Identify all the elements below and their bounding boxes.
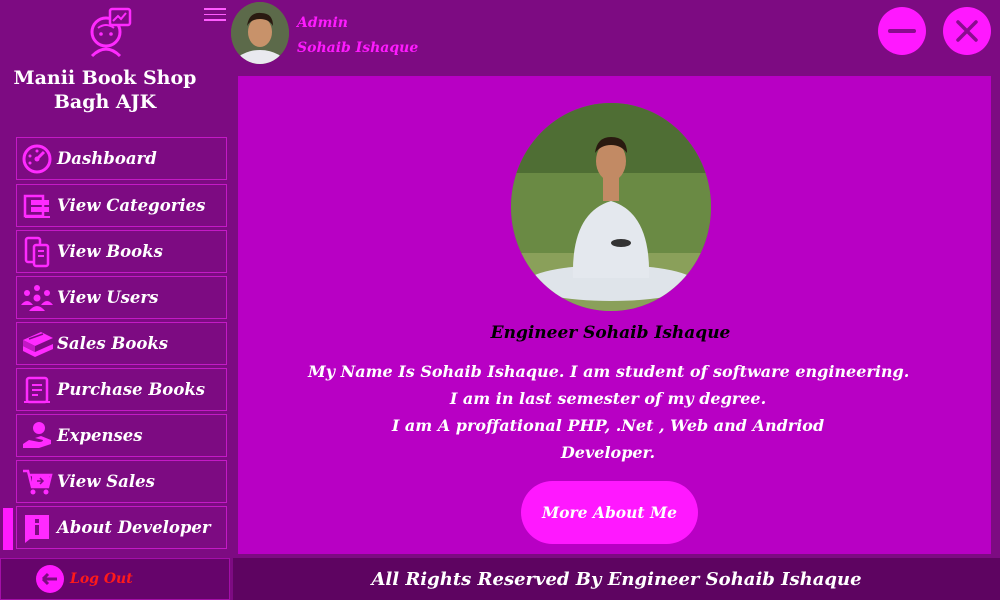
book-stack-icon [17, 324, 57, 364]
categories-icon [17, 186, 57, 226]
sidebar-item-purchase-books[interactable]: Purchase Books [16, 368, 227, 411]
bio-line: I am A proffational PHP, .Net , Web and … [391, 416, 825, 435]
logout-button[interactable]: Log Out [36, 565, 133, 593]
logout-label: Log Out [70, 571, 133, 587]
info-icon [17, 508, 57, 548]
sidebar-item-label: View Users [57, 288, 159, 307]
sidebar-item-label: Expenses [57, 426, 143, 445]
close-button[interactable] [943, 7, 991, 55]
sidebar-item-label: View Sales [57, 472, 155, 491]
user-name: Sohaib Ishaque [297, 40, 419, 56]
sidebar-item-view-users[interactable]: View Users [16, 276, 227, 319]
users-icon [17, 278, 57, 318]
sidebar-item-view-sales[interactable]: View Sales [16, 460, 227, 503]
cart-icon [17, 462, 57, 502]
avatar [231, 2, 289, 64]
sidebar-item-label: View Categories [57, 196, 206, 215]
sidebar-item-dashboard[interactable]: Dashboard [16, 137, 227, 180]
sidebar-item-label: Dashboard [57, 149, 157, 168]
books-device-icon [17, 232, 57, 272]
bio-line: I am in last semester of my degree. [449, 389, 767, 408]
sidebar-item-about-developer[interactable]: About Developer [16, 506, 227, 549]
sidebar-item-label: View Books [57, 242, 163, 261]
user-role: Admin [297, 15, 348, 31]
sidebar-item-view-categories[interactable]: View Categories [16, 184, 227, 227]
developer-title: Engineer Sohaib Ishaque [490, 323, 731, 343]
sidebar-item-label: Purchase Books [57, 380, 206, 399]
hand-money-icon [17, 416, 57, 456]
receipt-icon [17, 370, 57, 410]
minimize-icon [888, 29, 916, 33]
more-about-me-button[interactable]: More About Me [521, 481, 698, 544]
menu-toggle-icon[interactable] [204, 4, 226, 26]
shop-title: Manii Book Shop Bagh AJK [0, 66, 210, 114]
developer-photo [511, 103, 711, 311]
sidebar-item-sales-books[interactable]: Sales Books [16, 322, 227, 365]
developer-bio: My Name Is Sohaib Ishaque. I am student … [308, 358, 910, 466]
shop-title-line1: Manii Book Shop [13, 67, 197, 89]
sidebar-item-label: About Developer [57, 518, 211, 537]
shop-title-line2: Bagh AJK [53, 91, 157, 113]
sidebar-item-view-books[interactable]: View Books [16, 230, 227, 273]
about-developer-panel: Engineer Sohaib Ishaque My Name Is Sohai… [238, 76, 991, 554]
close-icon [956, 20, 978, 42]
sidebar-item-label: Sales Books [57, 334, 169, 353]
footer: All Rights Reserved By Engineer Sohaib I… [233, 558, 1000, 600]
shop-logo-icon [90, 7, 132, 58]
active-item-marker [3, 508, 13, 550]
sidebar-item-expenses[interactable]: Expenses [16, 414, 227, 457]
minimize-button[interactable] [878, 7, 926, 55]
bio-line: My Name Is Sohaib Ishaque. I am student … [308, 362, 910, 381]
bio-line: Developer. [560, 443, 656, 462]
dashboard-gauge-icon [17, 139, 57, 179]
arrow-left-icon [36, 565, 64, 593]
